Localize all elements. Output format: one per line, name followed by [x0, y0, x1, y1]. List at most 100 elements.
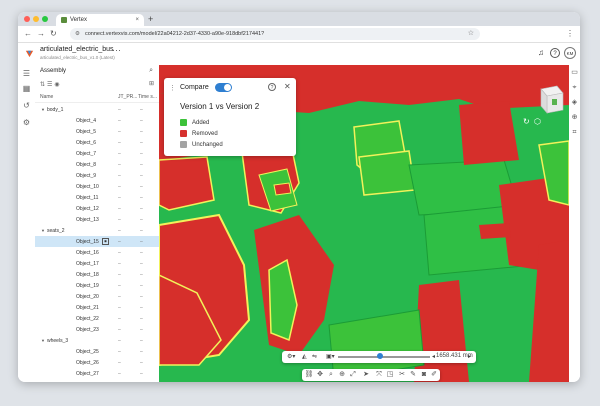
browser-menu-icon[interactable]: ⋮: [566, 28, 574, 40]
tree-row[interactable]: Object_19 – –: [35, 280, 159, 291]
version-comparison-label: Version 1 vs Version 2: [180, 102, 260, 111]
tree-row[interactable]: Object_9 – –: [35, 170, 159, 181]
tree-row-time-value: –: [140, 261, 143, 267]
history-icon[interactable]: ↺: [22, 101, 31, 110]
view-mode-icon[interactable]: ⚙▾: [287, 353, 295, 360]
section-slider-handle[interactable]: [377, 353, 383, 359]
maximize-window-button[interactable]: [42, 16, 48, 22]
tree-row[interactable]: ▼ seats_2 – –: [35, 225, 159, 236]
tree-row[interactable]: Object_10 – –: [35, 181, 159, 192]
tree-row[interactable]: Object_23 – –: [35, 324, 159, 335]
more-options-button[interactable]: ···: [112, 45, 121, 55]
tree-row[interactable]: ▼ wheels_3 – –: [35, 335, 159, 346]
increment-icon[interactable]: ▸: [468, 353, 471, 360]
tree-row-label: Object_5: [76, 129, 97, 135]
drag-handle-icon[interactable]: ⋮: [169, 84, 176, 92]
tree-row[interactable]: Object_6 – –: [35, 137, 159, 148]
forward-button[interactable]: →: [37, 28, 45, 40]
tree-row[interactable]: Object_8 – –: [35, 159, 159, 170]
close-window-button[interactable]: [24, 16, 30, 22]
columns-config-icon[interactable]: ⊞: [149, 80, 154, 87]
tree-row[interactable]: Object_18 – –: [35, 269, 159, 280]
tab-close-icon[interactable]: ×: [135, 14, 139, 26]
flip-icon[interactable]: ⇋: [312, 353, 317, 360]
tag-icon[interactable]: ⌖: [570, 83, 579, 92]
tree-row[interactable]: Object_22 – –: [35, 313, 159, 324]
tree-row[interactable]: Object_25 – –: [35, 346, 159, 357]
tree-row[interactable]: Object_5 – –: [35, 126, 159, 137]
reload-button[interactable]: ↻: [50, 28, 57, 40]
tree-row[interactable]: Object_20 – –: [35, 291, 159, 302]
select-cursor-icon[interactable]: ➤: [361, 370, 371, 380]
decrement-icon[interactable]: ◂: [432, 353, 435, 360]
markup-pencil-icon[interactable]: ✎: [408, 370, 418, 380]
fit-all-icon[interactable]: ⤢: [348, 370, 358, 380]
tree-row[interactable]: Object_17 – –: [35, 258, 159, 269]
tree-row[interactable]: Object_4 – –: [35, 115, 159, 126]
compare-help-icon[interactable]: ?: [268, 83, 276, 91]
tree-row[interactable]: Object_16 – –: [35, 247, 159, 258]
tree-row-time-value: –: [140, 338, 143, 344]
link-icon[interactable]: ⊕: [570, 113, 579, 122]
tree-row[interactable]: Object_11 – –: [35, 192, 159, 203]
transform-icon[interactable]: ⤧: [374, 370, 384, 380]
menu-icon[interactable]: ☰: [22, 69, 31, 78]
visibility-toggle-icon[interactable]: ◼: [102, 238, 109, 245]
user-avatar[interactable]: KM: [564, 47, 576, 59]
new-tab-button[interactable]: +: [148, 13, 153, 25]
minimize-window-button[interactable]: [33, 16, 39, 22]
site-info-icon[interactable]: ⚙: [75, 28, 80, 40]
compare-close-icon[interactable]: ✕: [284, 82, 291, 91]
explode-icon[interactable]: ✂: [397, 370, 407, 380]
tree-row[interactable]: Object_27 – –: [35, 368, 159, 379]
section-plane-icon[interactable]: ◭: [302, 353, 307, 360]
app-header: articulated_electric_bus articulated_ele…: [18, 43, 580, 66]
expand-chevron-icon[interactable]: ▼: [41, 338, 45, 343]
tree-row[interactable]: Object_13 – –: [35, 214, 159, 225]
zoom-area-icon[interactable]: ⊕: [337, 370, 347, 380]
section-slider[interactable]: [338, 356, 430, 358]
tree-row[interactable]: Object_26 – –: [35, 357, 159, 368]
back-button[interactable]: ←: [24, 28, 32, 40]
column-header-jt[interactable]: JT_PR...: [118, 94, 137, 100]
toggle-knob: [224, 84, 231, 91]
column-header-name[interactable]: Name: [40, 94, 53, 100]
expand-chevron-icon[interactable]: ▼: [41, 228, 45, 233]
scene-tree-icon[interactable]: ▦: [22, 84, 31, 93]
help-button[interactable]: ?: [550, 48, 560, 58]
url-field[interactable]: ⚙ connect.vertexvis.com/model/22a04212-2…: [70, 28, 480, 40]
vertex-favicon-icon: [61, 17, 67, 23]
show-all-icon[interactable]: ◉: [54, 82, 61, 88]
settings-gear-icon[interactable]: ⚙: [22, 118, 31, 127]
collapse-all-icon[interactable]: ⇅: [40, 82, 47, 88]
tree-row-jt-value: –: [118, 338, 121, 344]
pan-icon[interactable]: ✥: [315, 370, 325, 380]
view-cube[interactable]: [537, 83, 565, 115]
crop-icon[interactable]: ⌗: [570, 128, 579, 137]
expand-chevron-icon[interactable]: ▼: [41, 107, 45, 112]
tree-row[interactable]: Object_21 – –: [35, 302, 159, 313]
cross-section-icon[interactable]: ◳: [385, 370, 395, 380]
tree-row-time-value: –: [140, 239, 143, 245]
comments-icon[interactable]: ▭: [570, 68, 579, 77]
tree-row-time-value: –: [140, 206, 143, 212]
annotate-icon[interactable]: ✐: [429, 370, 439, 380]
browser-tab[interactable]: Vertex ×: [56, 14, 144, 26]
compare-toggle[interactable]: [215, 83, 232, 92]
column-header-time[interactable]: Time s...: [138, 94, 157, 100]
rotate-icon[interactable]: ↻: [523, 117, 530, 126]
search-icon[interactable]: ⌕: [149, 67, 153, 75]
tree-row[interactable]: Object_12 – –: [35, 203, 159, 214]
bookmark-star-icon[interactable]: ☆: [468, 28, 474, 40]
cube-menu-icon[interactable]: ⬡: [534, 117, 541, 126]
link-parts-icon[interactable]: ⛓: [304, 370, 314, 380]
tree-row-label: Object_23: [76, 327, 99, 333]
tree-row[interactable]: Object_7 – –: [35, 148, 159, 159]
tree-row[interactable]: Object_15 ◼ – –: [35, 236, 159, 247]
section-type-icon[interactable]: ▣▾: [326, 353, 335, 360]
zoom-icon[interactable]: ⌕: [326, 370, 336, 380]
layers-icon[interactable]: ◈: [570, 98, 579, 107]
notifications-bell-icon[interactable]: ♫: [536, 48, 546, 58]
camera-icon[interactable]: ◙: [419, 370, 429, 380]
tree-row[interactable]: ▼ body_1 – –: [35, 104, 159, 115]
